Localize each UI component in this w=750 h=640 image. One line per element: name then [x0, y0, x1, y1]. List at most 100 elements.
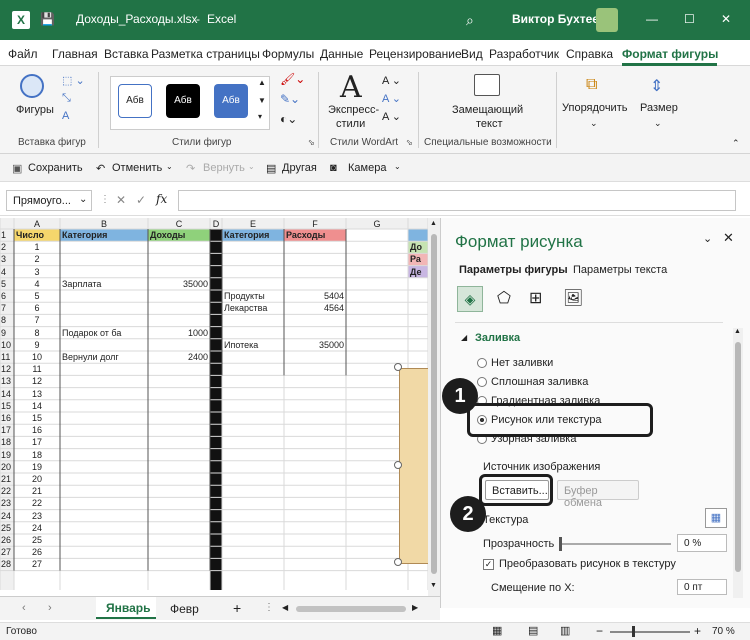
number-cell[interactable]: 27: [16, 558, 58, 570]
size-dropdown-icon[interactable]: ⌄: [654, 118, 662, 129]
scroll-down-icon[interactable]: ▼: [430, 582, 437, 589]
tab-review[interactable]: Рецензирование: [369, 47, 462, 61]
wordart-icon[interactable]: A: [340, 70, 362, 105]
row-header[interactable]: 4: [1, 266, 13, 278]
arrange-icon[interactable]: ⧉: [586, 76, 597, 94]
number-cell[interactable]: 21: [16, 485, 58, 497]
number-cell[interactable]: 7: [16, 314, 58, 326]
edit-points-icon[interactable]: ⤡: [62, 92, 71, 105]
shape-style-black[interactable]: Абв: [166, 84, 200, 118]
tab-shape-options[interactable]: Параметры фигуры: [459, 264, 568, 276]
zoom-in-icon[interactable]: +: [694, 624, 701, 638]
radio-no-fill[interactable]: [477, 358, 487, 368]
alt-text-icon[interactable]: [474, 74, 500, 96]
other-button[interactable]: Другая: [282, 162, 317, 174]
size-icon[interactable]: ⇕: [650, 76, 663, 96]
header-category[interactable]: Категория: [62, 229, 146, 241]
gallery-up-icon[interactable]: ▲: [258, 78, 266, 87]
number-cell[interactable]: 16: [16, 424, 58, 436]
header-expense-category[interactable]: Категория: [224, 229, 282, 241]
number-cell[interactable]: 25: [16, 534, 58, 546]
transparency-slider[interactable]: [559, 543, 671, 545]
number-cell[interactable]: 19: [16, 461, 58, 473]
autosave-icon[interactable]: 💾: [40, 12, 55, 26]
row-header[interactable]: 14: [1, 388, 13, 400]
text-fill-icon[interactable]: A ⌄: [382, 74, 401, 87]
number-cell[interactable]: 3: [16, 266, 58, 278]
alt-text-button-line2[interactable]: текст: [476, 118, 503, 130]
header-expenses[interactable]: Расходы: [286, 229, 344, 241]
row-header[interactable]: 5: [1, 278, 13, 290]
hscroll-right-icon[interactable]: ▶: [412, 603, 418, 612]
shape-fill-icon[interactable]: 🖌⌄: [280, 72, 305, 86]
expense-category-cell[interactable]: Продукты: [224, 290, 282, 302]
shape-styles-launcher-icon[interactable]: ⬂: [308, 138, 315, 147]
number-cell[interactable]: 10: [16, 351, 58, 363]
number-cell[interactable]: 6: [16, 302, 58, 314]
normal-view-icon[interactable]: ▦: [492, 624, 502, 637]
tab-formulas[interactable]: Формулы: [262, 47, 314, 61]
resize-handle[interactable]: [394, 558, 402, 566]
number-cell[interactable]: 15: [16, 412, 58, 424]
row-header[interactable]: 2: [1, 241, 13, 253]
income-value-cell[interactable]: 2400: [150, 351, 208, 363]
expense-value-cell[interactable]: 5404: [286, 290, 344, 302]
number-cell[interactable]: 11: [16, 363, 58, 375]
row-header[interactable]: 20: [1, 461, 13, 473]
tab-data[interactable]: Данные: [320, 47, 363, 61]
tile-checkbox[interactable]: ✓: [483, 559, 494, 570]
shape-style-outline[interactable]: Абв: [118, 84, 152, 118]
number-cell[interactable]: 1: [16, 241, 58, 253]
tab-insert[interactable]: Вставка: [104, 47, 149, 61]
save-button[interactable]: Сохранить: [28, 162, 83, 174]
scroll-up-icon[interactable]: ▲: [430, 220, 437, 227]
row-header[interactable]: 6: [1, 290, 13, 302]
expense-category-cell[interactable]: Ипотека: [224, 339, 282, 351]
number-cell[interactable]: 20: [16, 473, 58, 485]
shapes-button[interactable]: Фигуры: [16, 104, 54, 116]
row-header[interactable]: 16: [1, 412, 13, 424]
texture-picker-button[interactable]: ▦: [705, 508, 727, 528]
add-sheet-button[interactable]: +: [233, 600, 241, 616]
zoom-level[interactable]: 70 %: [712, 626, 735, 637]
number-cell[interactable]: 24: [16, 522, 58, 534]
row-header[interactable]: 24: [1, 510, 13, 522]
cancel-entry-icon[interactable]: ✕: [116, 193, 126, 207]
number-cell[interactable]: 22: [16, 497, 58, 509]
user-name[interactable]: Виктор Бухтеев: [512, 12, 606, 26]
picture-tab-icon[interactable]: 🖼: [563, 288, 583, 308]
row-header[interactable]: 15: [1, 400, 13, 412]
number-cell[interactable]: 4: [16, 278, 58, 290]
sheet-options-icon[interactable]: ⋮: [264, 602, 274, 613]
row-header[interactable]: 13: [1, 375, 13, 387]
fill-line-tab-icon[interactable]: ◈: [457, 286, 483, 312]
number-cell[interactable]: 17: [16, 436, 58, 448]
pane-close-icon[interactable]: ✕: [723, 230, 734, 246]
number-cell[interactable]: 5: [16, 290, 58, 302]
confirm-entry-icon[interactable]: ✓: [136, 193, 146, 207]
shape-outline-icon[interactable]: ✎⌄: [280, 92, 300, 106]
grid-vertical-scrollbar[interactable]: ▲ ▼: [428, 218, 440, 596]
gallery-more-icon[interactable]: ▾: [258, 112, 262, 121]
sheet-tab[interactable]: Февр: [170, 602, 199, 616]
tab-file[interactable]: Файл: [8, 47, 38, 61]
arrange-button[interactable]: Упорядочить: [562, 102, 627, 114]
express-styles-button-line2[interactable]: стили: [336, 118, 365, 130]
undo-icon[interactable]: ↶: [96, 162, 105, 175]
row-header[interactable]: 1: [1, 229, 13, 241]
row-header[interactable]: 11: [1, 351, 13, 363]
number-cell[interactable]: 26: [16, 546, 58, 558]
zoom-slider[interactable]: [610, 631, 690, 633]
number-cell[interactable]: 23: [16, 510, 58, 522]
row-header[interactable]: 9: [1, 327, 13, 339]
number-cell[interactable]: 13: [16, 388, 58, 400]
formula-bar-options-icon[interactable]: ⋮: [100, 194, 110, 205]
partial-cell[interactable]: До: [410, 241, 428, 253]
number-cell[interactable]: 8: [16, 327, 58, 339]
partial-cell[interactable]: Де: [410, 266, 428, 278]
next-sheet-icon[interactable]: ›: [48, 602, 52, 614]
row-header[interactable]: 7: [1, 302, 13, 314]
name-box[interactable]: Прямоуго... ⌄: [6, 190, 92, 211]
alt-text-button[interactable]: Замещающий: [452, 104, 523, 116]
worksheet-grid[interactable]: A B C D E F G 1 2 3 4 5 6 7 8 9 10 11 12 13 14 15 16 17 18 19 20 21…: [0, 218, 428, 590]
